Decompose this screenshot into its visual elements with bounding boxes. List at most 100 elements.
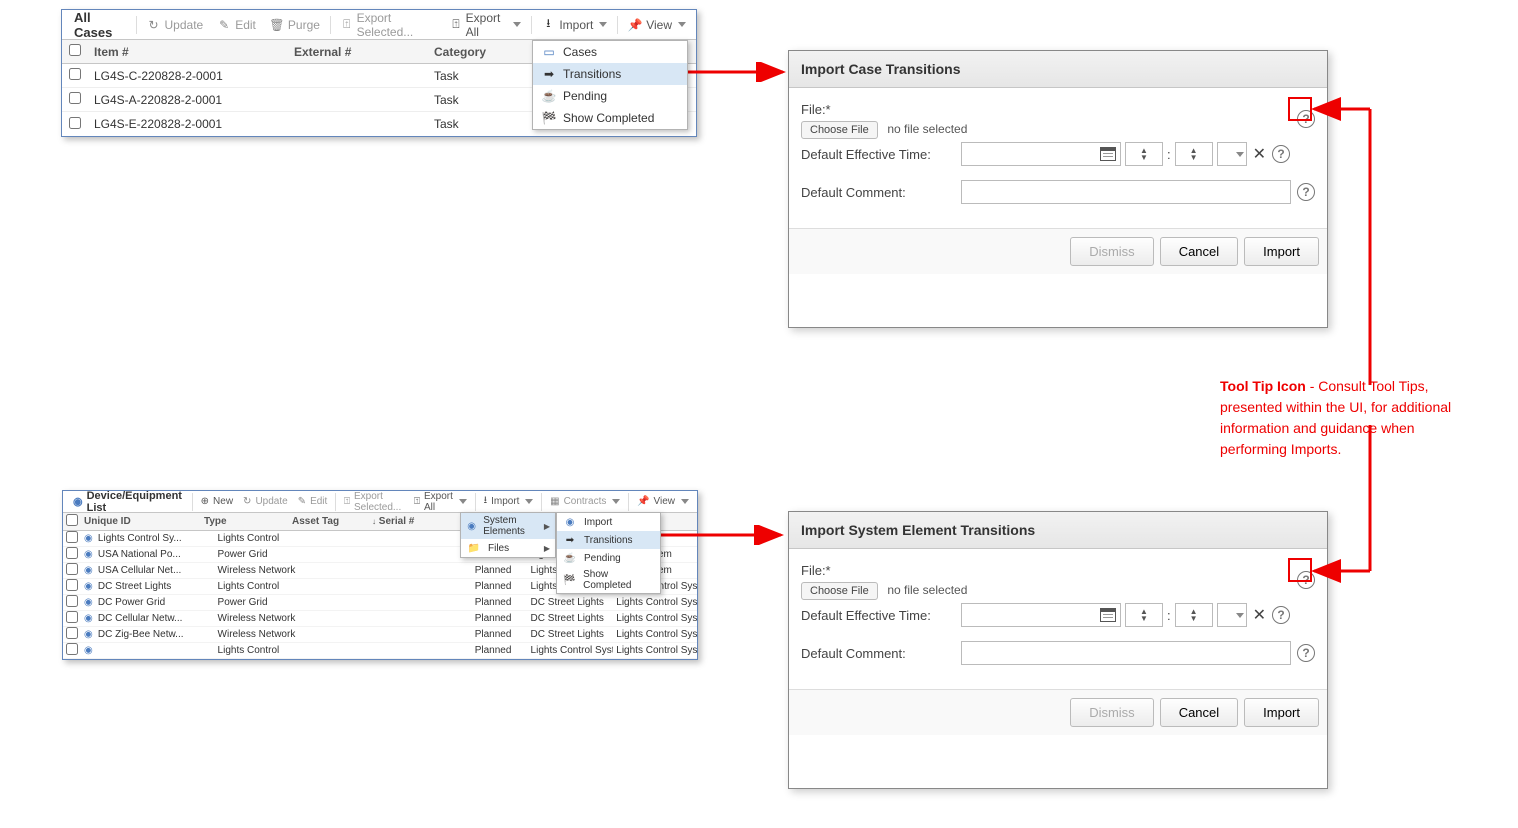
chevron-right-icon: ▶ bbox=[544, 544, 550, 553]
select-all-checkbox[interactable] bbox=[69, 44, 81, 56]
row-checkbox[interactable] bbox=[69, 92, 81, 104]
menu-cases[interactable]: ▭Cases bbox=[533, 41, 687, 63]
ampm-select[interactable] bbox=[1217, 603, 1247, 627]
row-checkbox[interactable] bbox=[66, 611, 78, 623]
table-row[interactable]: ◉ DC Zig-Bee Netw... Wireless Network Pl… bbox=[63, 627, 697, 643]
row-checkbox[interactable] bbox=[66, 579, 78, 591]
help-icon[interactable]: ? bbox=[1297, 644, 1315, 662]
col-asset[interactable]: Asset Tag bbox=[289, 516, 369, 527]
col-uid[interactable]: Unique ID bbox=[81, 516, 201, 527]
chevron-down-icon bbox=[678, 22, 686, 27]
menu-transitions[interactable]: ➡Transitions bbox=[557, 531, 660, 549]
ampm-select[interactable] bbox=[1217, 142, 1247, 166]
row-checkbox[interactable] bbox=[66, 531, 78, 543]
table-row[interactable]: ◉ Lights Control Planned Lights Control … bbox=[63, 643, 697, 659]
cancel-button[interactable]: Cancel bbox=[1160, 237, 1238, 266]
choose-file-button[interactable]: Choose File bbox=[801, 582, 878, 600]
import-button[interactable]: ⭳Import bbox=[535, 16, 613, 34]
node-icon: ◉ bbox=[81, 645, 95, 656]
table-row[interactable]: ◉ DC Cellular Netw... Wireless Network P… bbox=[63, 611, 697, 627]
cell-status: Planned bbox=[472, 629, 528, 640]
row-checkbox[interactable] bbox=[66, 595, 78, 607]
menu-system-elements[interactable]: ◉System Elements▶ bbox=[461, 513, 555, 539]
minute-spinner[interactable]: ▲▼ bbox=[1175, 603, 1213, 627]
cell-uid: DC Power Grid bbox=[95, 597, 215, 608]
choose-file-button[interactable]: Choose File bbox=[801, 121, 878, 139]
help-icon[interactable]: ? bbox=[1297, 183, 1315, 201]
edit-button[interactable]: ✎Edit bbox=[294, 495, 332, 508]
date-input[interactable] bbox=[961, 603, 1121, 627]
cell-uid: DC Zig-Bee Netw... bbox=[95, 629, 215, 640]
cell-category: Task bbox=[428, 117, 528, 131]
col-type[interactable]: Type bbox=[201, 516, 289, 527]
hour-spinner[interactable]: ▲▼ bbox=[1125, 603, 1163, 627]
cell-uid: DC Street Lights bbox=[95, 581, 215, 592]
import-button[interactable]: ⭳Import bbox=[480, 492, 538, 511]
import-dropdown-menu: ▭Cases ➡Transitions ☕Pending 🏁Show Compl… bbox=[532, 40, 688, 130]
comment-input[interactable] bbox=[961, 180, 1291, 204]
export-selected-button[interactable]: ⍐Export Selected... bbox=[340, 490, 408, 514]
cell-uid: DC Cellular Netw... bbox=[95, 613, 215, 624]
col-external[interactable]: External # bbox=[288, 45, 428, 59]
arrow-right-icon: ➡ bbox=[562, 533, 578, 547]
minute-spinner[interactable]: ▲▼ bbox=[1175, 142, 1213, 166]
export-all-button[interactable]: ⍐Export All bbox=[444, 9, 526, 41]
row-checkbox[interactable] bbox=[66, 547, 78, 559]
update-button[interactable]: ↻Update bbox=[141, 16, 210, 34]
new-button[interactable]: ⊕New bbox=[197, 495, 237, 508]
contracts-button[interactable]: ▦Contracts bbox=[546, 495, 624, 508]
clear-time-button[interactable]: ✕ bbox=[1251, 605, 1268, 625]
purge-button[interactable]: 🗑Purge bbox=[264, 16, 326, 34]
menu-show-completed[interactable]: 🏁Show Completed bbox=[557, 567, 660, 593]
view-button[interactable]: 📌View bbox=[633, 495, 693, 508]
comment-input[interactable] bbox=[961, 641, 1291, 665]
cell-status: Planned bbox=[472, 613, 528, 624]
menu-pending[interactable]: ☕Pending bbox=[533, 85, 687, 107]
import-confirm-button[interactable]: Import bbox=[1244, 237, 1319, 266]
row-checkbox[interactable] bbox=[66, 643, 78, 655]
export-selected-button[interactable]: ⍐Export Selected... bbox=[335, 9, 443, 41]
menu-files[interactable]: 📁Files▶ bbox=[461, 539, 555, 557]
cell-uid: USA National Po... bbox=[95, 549, 215, 560]
dismiss-button[interactable]: Dismiss bbox=[1070, 237, 1154, 266]
cell-type: Wireless Network bbox=[215, 565, 303, 576]
cell-sub1: DC Street Lights bbox=[528, 613, 614, 624]
node-icon: ◉ bbox=[81, 613, 95, 624]
col-serial[interactable]: ↓ Serial # bbox=[369, 516, 459, 527]
menu-import[interactable]: ◉Import bbox=[557, 513, 660, 531]
arrow-right-icon: ➡ bbox=[541, 67, 557, 81]
pencil-icon: ✎ bbox=[298, 496, 306, 507]
time-cluster: ▲▼ : ▲▼ ✕ ? bbox=[961, 603, 1290, 627]
date-input[interactable] bbox=[961, 142, 1121, 166]
dialog2-title: Import System Element Transitions bbox=[789, 512, 1327, 549]
help-icon[interactable]: ? bbox=[1272, 606, 1290, 624]
case-icon: ▭ bbox=[541, 45, 557, 59]
view-button[interactable]: 📌View bbox=[622, 16, 692, 34]
row-checkbox[interactable] bbox=[69, 68, 81, 80]
table-row[interactable]: ◉ DC Power Grid Power Grid Planned DC St… bbox=[63, 595, 697, 611]
cancel-button[interactable]: Cancel bbox=[1160, 698, 1238, 727]
update-button[interactable]: ↻Update bbox=[239, 495, 292, 508]
time-cluster: ▲▼ : ▲▼ ✕ ? bbox=[961, 142, 1290, 166]
menu-show-completed[interactable]: 🏁Show Completed bbox=[533, 107, 687, 129]
calendar-icon bbox=[1100, 608, 1116, 622]
help-icon[interactable]: ? bbox=[1272, 145, 1290, 163]
arrow-to-dialog1 bbox=[688, 62, 798, 82]
menu-transitions[interactable]: ➡Transitions bbox=[533, 63, 687, 85]
hour-spinner[interactable]: ▲▼ bbox=[1125, 142, 1163, 166]
col-category[interactable]: Category bbox=[428, 45, 528, 59]
select-all-checkbox[interactable] bbox=[66, 514, 78, 526]
flag-icon: 🏁 bbox=[562, 573, 577, 587]
node-icon: ◉ bbox=[73, 495, 83, 508]
menu-pending[interactable]: ☕Pending bbox=[557, 549, 660, 567]
import-confirm-button[interactable]: Import bbox=[1244, 698, 1319, 727]
row-checkbox[interactable] bbox=[66, 627, 78, 639]
export-all-button[interactable]: ⍐Export All bbox=[410, 490, 471, 514]
row-checkbox[interactable] bbox=[66, 563, 78, 575]
clear-time-button[interactable]: ✕ bbox=[1251, 144, 1268, 164]
cell-category: Task bbox=[428, 69, 528, 83]
dismiss-button[interactable]: Dismiss bbox=[1070, 698, 1154, 727]
col-item[interactable]: Item # bbox=[88, 45, 288, 59]
row-checkbox[interactable] bbox=[69, 117, 81, 129]
edit-button[interactable]: ✎Edit bbox=[211, 16, 262, 34]
